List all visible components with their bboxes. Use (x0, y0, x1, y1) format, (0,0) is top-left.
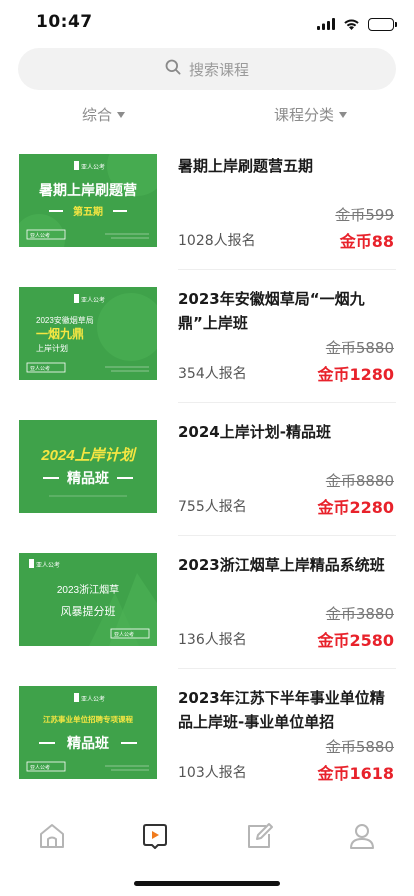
course-thumbnail: 亚人公考 2023浙江烟草 风暴提分班 亚人公考 (19, 553, 157, 646)
category-filter-label: 课程分类 (274, 106, 335, 124)
profile-icon (347, 821, 377, 855)
sort-filter-label: 综合 (82, 106, 113, 124)
sale-price: 金币88 (339, 232, 394, 251)
sale-price: 金币1618 (317, 764, 394, 783)
thumb-brand: 亚人公考 (81, 163, 105, 171)
thumb-brand: 亚人公考 (81, 695, 105, 703)
search-icon (165, 59, 181, 79)
filter-bar: 综合 课程分类 (0, 100, 414, 130)
search-bar[interactable]: 搜索课程 (18, 48, 396, 90)
thumb-tag: 亚人公考 (114, 632, 134, 638)
enrolled-count: 103人报名 (178, 765, 247, 781)
divider (178, 535, 396, 536)
caret-down-icon (339, 111, 348, 118)
thumb-line1: 2023安徽烟草局 (36, 315, 94, 325)
enrolled-count: 755人报名 (178, 499, 247, 515)
course-item[interactable]: 2024上岸计划 精品班 2024上岸计划-精品班 755人报名 金币8880 … (0, 414, 414, 536)
course-title: 暑期上岸刷题营五期 (178, 157, 314, 175)
course-item[interactable]: 亚人公考 江苏事业单位招聘专项课程 精品班 亚人公考 2023年江苏下半年事业单… (0, 680, 414, 802)
course-item[interactable]: 亚人公考 2023安徽烟草局 一烟九鼎 上岸计划 亚人公考 2023年安徽烟草局… (0, 281, 414, 403)
signal-icon (317, 15, 335, 34)
course-thumbnail: 亚人公考 2023安徽烟草局 一烟九鼎 上岸计划 亚人公考 (19, 287, 157, 380)
thumb-line1: 2024上岸计划 (40, 447, 137, 464)
sale-price: 金币2280 (317, 498, 394, 517)
thumb-tag: 亚人公考 (30, 233, 50, 239)
enrolled-count: 354人报名 (178, 366, 247, 382)
thumb-line2: 精品班 (67, 470, 109, 486)
status-time: 10:47 (36, 12, 93, 32)
divider (178, 668, 396, 669)
home-icon (37, 821, 67, 855)
sale-price: 金币2580 (317, 631, 394, 650)
enrolled-count: 1028人报名 (178, 233, 256, 249)
original-price: 金币599 (335, 206, 394, 224)
battery-icon (368, 18, 397, 31)
original-price: 金币5880 (325, 339, 394, 357)
original-price: 金币8880 (325, 472, 394, 490)
category-filter[interactable]: 课程分类 (274, 104, 348, 125)
divider (178, 269, 396, 270)
course-title: 2023年江苏下半年事业单位精品上岸班-事业单位单招 (178, 689, 385, 731)
thumb-brand: 亚人公考 (81, 296, 105, 304)
tab-profile[interactable] (337, 813, 387, 863)
course-thumbnail: 亚人公考 暑期上岸刷题营 第五期 亚人公考 (19, 154, 157, 247)
course-title: 2023浙江烟草上岸精品系统班 (178, 556, 385, 574)
divider (178, 402, 396, 403)
home-indicator[interactable] (134, 881, 280, 886)
course-thumbnail: 亚人公考 江苏事业单位招聘专项课程 精品班 亚人公考 (19, 686, 157, 779)
tab-courses[interactable] (130, 813, 180, 863)
original-price: 金币3880 (325, 605, 394, 623)
original-price: 金币5880 (325, 738, 394, 756)
caret-down-icon (117, 111, 126, 118)
search-placeholder: 搜索课程 (188, 60, 249, 79)
wifi-icon (343, 15, 360, 34)
thumb-brand: 亚人公考 (36, 561, 60, 569)
enrolled-count: 136人报名 (178, 632, 247, 648)
course-title: 2024上岸计划-精品班 (178, 423, 331, 441)
thumb-line2: 风暴提分班 (61, 605, 116, 618)
tab-bar (0, 808, 414, 868)
course-thumbnail: 2024上岸计划 精品班 (19, 420, 157, 513)
tab-home[interactable] (27, 813, 77, 863)
thumb-tag: 亚人公考 (30, 366, 50, 372)
thumb-line1: 2023浙江烟草 (57, 583, 119, 596)
course-item[interactable]: 亚人公考 暑期上岸刷题营 第五期 亚人公考 暑期上岸刷题营五期 1028人报名 … (0, 148, 414, 270)
status-bar: 10:47 (0, 0, 414, 44)
thumb-subline: 第五期 (73, 205, 103, 218)
thumb-line2: 精品班 (67, 735, 109, 751)
thumb-headline: 暑期上岸刷题营 (39, 182, 137, 198)
thumb-line2: 一烟九鼎 (36, 326, 84, 341)
sort-filter[interactable]: 综合 (82, 104, 126, 125)
thumb-line3: 上岸计划 (36, 343, 68, 353)
thumb-tag: 亚人公考 (30, 765, 50, 771)
sale-price: 金币1280 (317, 365, 394, 384)
course-item[interactable]: 亚人公考 2023浙江烟草 风暴提分班 亚人公考 2023浙江烟草上岸精品系统班… (0, 547, 414, 669)
video-course-icon (140, 821, 170, 855)
edit-note-icon (244, 821, 274, 855)
tab-practice[interactable] (234, 813, 284, 863)
course-title: 2023年安徽烟草局“一烟九鼎”上岸班 (178, 290, 365, 332)
status-indicators (317, 15, 397, 34)
thumb-line1: 江苏事业单位招聘专项课程 (43, 714, 133, 724)
